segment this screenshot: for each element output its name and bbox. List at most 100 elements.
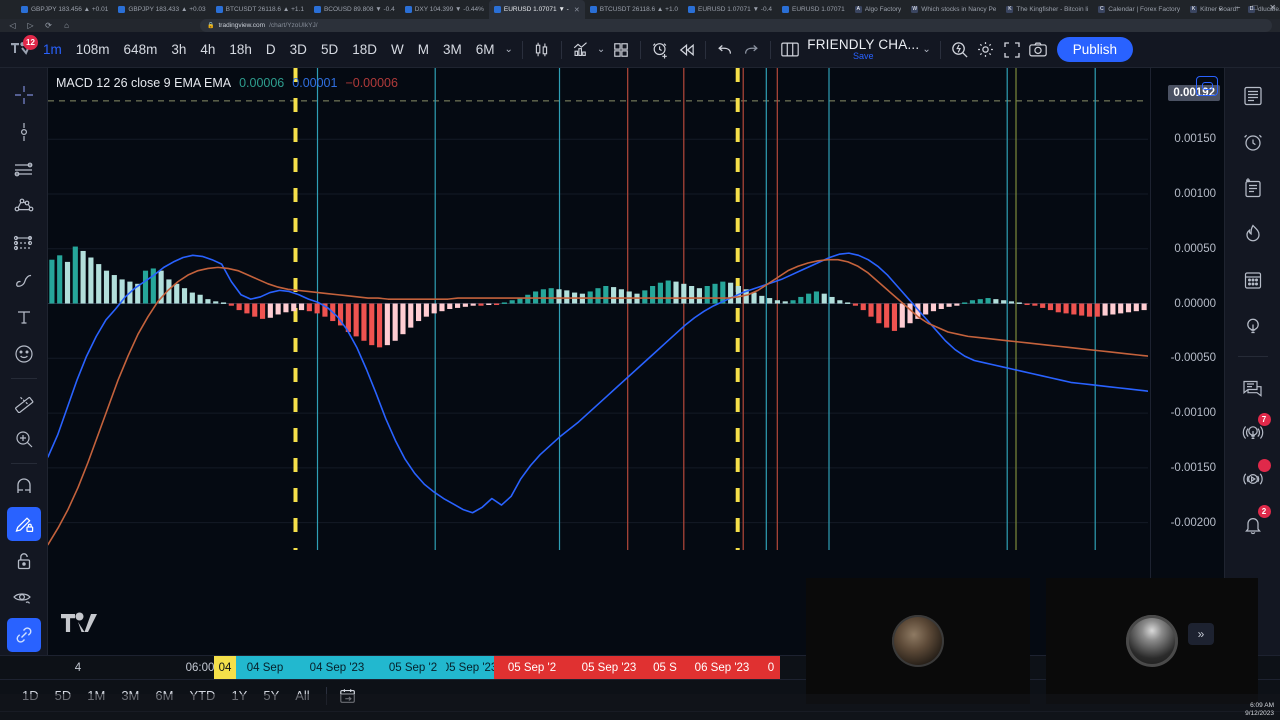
hide-drawings-eye-icon[interactable] <box>7 581 41 615</box>
time-highlight-segment[interactable]: 05 Sep '2 <box>494 656 570 679</box>
timeframe-1m[interactable]: 1m <box>36 39 69 60</box>
chat-icon[interactable] <box>1235 369 1271 405</box>
indicators-chevron-down-icon[interactable]: ⌄ <box>594 44 608 55</box>
timeframe-108m[interactable]: 108m <box>69 39 117 60</box>
timeframe-5D[interactable]: 5D <box>314 39 345 60</box>
timeframe-4h[interactable]: 4h <box>193 39 222 60</box>
time-highlight-segment[interactable]: 04 Sep '23 <box>294 656 380 679</box>
browser-tab[interactable]: K The Kingfisher - Bitcoin li <box>1001 0 1093 19</box>
browser-tab[interactable]: BCOUSD 89.808 ▼ -0.4 <box>309 0 400 19</box>
timeframe-3D[interactable]: 3D <box>283 39 314 60</box>
window-close-icon[interactable]: ✕ <box>1269 3 1276 12</box>
publish-button[interactable]: Publish <box>1056 37 1133 62</box>
window-minimize-all-icon[interactable]: ⌄ <box>1217 3 1224 12</box>
ideas-stream-icon[interactable]: 7 <box>1235 413 1271 451</box>
timeframe-3h[interactable]: 3h <box>164 39 193 60</box>
replay-icon[interactable] <box>673 37 699 63</box>
back-icon[interactable]: ◁ <box>8 21 17 30</box>
timeframe-6M[interactable]: 6M <box>469 39 502 60</box>
browser-tab[interactable]: W Which stocks in Nancy Pe <box>906 0 1001 19</box>
ideas-bulb-icon[interactable] <box>1235 308 1271 344</box>
unlock-icon[interactable] <box>7 544 41 578</box>
chart-title-block[interactable]: FRIENDLY CHA... Save <box>807 37 919 62</box>
timeframe-648m[interactable]: 648m <box>117 39 165 60</box>
browser-tab[interactable]: C Calendar | Forex Factory <box>1093 0 1185 19</box>
candles-icon[interactable] <box>529 37 555 63</box>
fib-retracement-icon[interactable] <box>7 226 41 260</box>
brush-icon[interactable] <box>7 263 41 297</box>
price-scale[interactable]: 0.00192 0.00150 0.00100 0.00050 0.00000 -0.00… <box>1150 68 1224 655</box>
fullscreen-icon[interactable] <box>999 37 1025 63</box>
time-highlight-segment[interactable]: 05 Sep '23 <box>570 656 648 679</box>
browser-tab[interactable]: A Algo Factory <box>850 0 907 19</box>
trendline-icon[interactable] <box>7 115 41 149</box>
time-highlight-segment[interactable]: 05 S <box>648 656 682 679</box>
layout-icon[interactable] <box>777 37 803 63</box>
browser-tab[interactable]: GBPJPY 183.433 ▲ +0.03 <box>113 0 210 19</box>
webcam-tile-1[interactable] <box>806 578 1030 704</box>
emoji-icon[interactable] <box>7 337 41 371</box>
browser-tab[interactable]: BTCUSDT 26118.6 ▲ +1.0 <box>585 0 683 19</box>
time-highlight-segment[interactable]: 04 Sep <box>236 656 294 679</box>
calendar-icon[interactable] <box>1235 262 1271 298</box>
settings-gear-icon[interactable] <box>973 37 999 63</box>
chart-plot-area[interactable] <box>48 68 1150 655</box>
timeframe-more-chevron-icon[interactable]: ⌄ <box>502 44 516 55</box>
timeframe-W[interactable]: W <box>384 39 411 60</box>
browser-tab[interactable]: EURUSD 1.07071 ▼ -0.4 <box>683 0 777 19</box>
window-maximize-icon[interactable]: □ <box>1252 3 1257 12</box>
measure-ruler-icon[interactable] <box>7 385 41 419</box>
time-highlight-segment[interactable]: 06 Sep '23 <box>682 656 762 679</box>
redo-icon[interactable] <box>738 37 764 63</box>
snapshot-camera-icon[interactable] <box>1025 37 1051 63</box>
toolbar-separator <box>10 378 37 379</box>
time-highlight-segment[interactable]: 0 <box>762 656 780 679</box>
templates-icon[interactable] <box>608 37 634 63</box>
lock-drawings-icon[interactable] <box>6 507 41 541</box>
alert-icon[interactable] <box>647 37 673 63</box>
expand-right-icon[interactable]: » <box>1188 623 1214 645</box>
magnet-icon[interactable] <box>7 470 41 504</box>
reload-icon[interactable]: ⟳ <box>44 21 53 30</box>
time-highlight-segment[interactable]: 04 <box>214 656 236 679</box>
quick-search-icon[interactable] <box>947 37 973 63</box>
notifications-bell-icon[interactable]: 2 <box>1235 505 1271 543</box>
broadcast-icon[interactable] <box>1235 459 1271 497</box>
time-highlight-segment[interactable]: 05 Sep '2 <box>380 656 446 679</box>
time-highlight-segment[interactable]: 05 Sep '23 <box>446 656 494 679</box>
window-minimize-icon[interactable]: − <box>1236 3 1241 12</box>
forward-icon[interactable]: ▷ <box>26 21 35 30</box>
save-button[interactable]: Save <box>853 51 874 61</box>
timeframe-M[interactable]: M <box>411 39 436 60</box>
tab-close-icon[interactable]: ✕ <box>574 6 580 14</box>
browser-tab[interactable]: GBPJPY 183.456 ▲ +0.01 <box>16 0 113 19</box>
data-window-icon[interactable] <box>1235 170 1271 206</box>
chart-title-chevron-down-icon[interactable]: ⌄ <box>919 44 933 55</box>
hotlist-flame-icon[interactable] <box>1235 216 1271 252</box>
undo-icon[interactable] <box>712 37 738 63</box>
indicators-icon[interactable] <box>568 37 594 63</box>
timeframe-D[interactable]: D <box>259 39 283 60</box>
zoom-in-icon[interactable] <box>7 422 41 456</box>
timeframe-3M[interactable]: 3M <box>436 39 469 60</box>
webcam-tile-2[interactable] <box>1046 578 1258 704</box>
crosshair-icon[interactable] <box>7 78 41 112</box>
browser-tab[interactable]: EURUSD 1.07071 ▼ - ✕ <box>488 0 585 19</box>
maximize-pane-icon[interactable] <box>1196 76 1218 96</box>
alerts-clock-icon[interactable] <box>1235 124 1271 160</box>
macd-legend[interactable]: MACD 12 26 close 9 EMA EMA 0.00006 0.000… <box>56 76 398 90</box>
tradingview-logo[interactable]: 12 <box>6 34 38 62</box>
horizontal-lines-icon[interactable] <box>7 152 41 186</box>
watchlist-icon[interactable] <box>1235 78 1271 114</box>
url-input[interactable]: 🔒 tradingview.com /chart/YzoUIkYJ/ <box>200 19 1272 32</box>
text-icon[interactable] <box>7 300 41 334</box>
sync-drawings-link-icon[interactable] <box>6 618 41 652</box>
pitchfork-icon[interactable] <box>7 189 41 223</box>
timeframe-18h[interactable]: 18h <box>222 39 259 60</box>
browser-tab[interactable]: DXY 104.399 ▼ -0.44% <box>400 0 489 19</box>
home-icon[interactable]: ⌂ <box>62 21 71 30</box>
timeframe-18D[interactable]: 18D <box>345 39 384 60</box>
browser-tab[interactable]: EURUSD 1.07071 <box>777 0 850 19</box>
browser-tab[interactable]: BTCUSDT 26118.6 ▲ +1.1 <box>211 0 309 19</box>
macd-chart-pane[interactable]: MACD 12 26 close 9 EMA EMA 0.00006 0.000… <box>48 68 1224 655</box>
